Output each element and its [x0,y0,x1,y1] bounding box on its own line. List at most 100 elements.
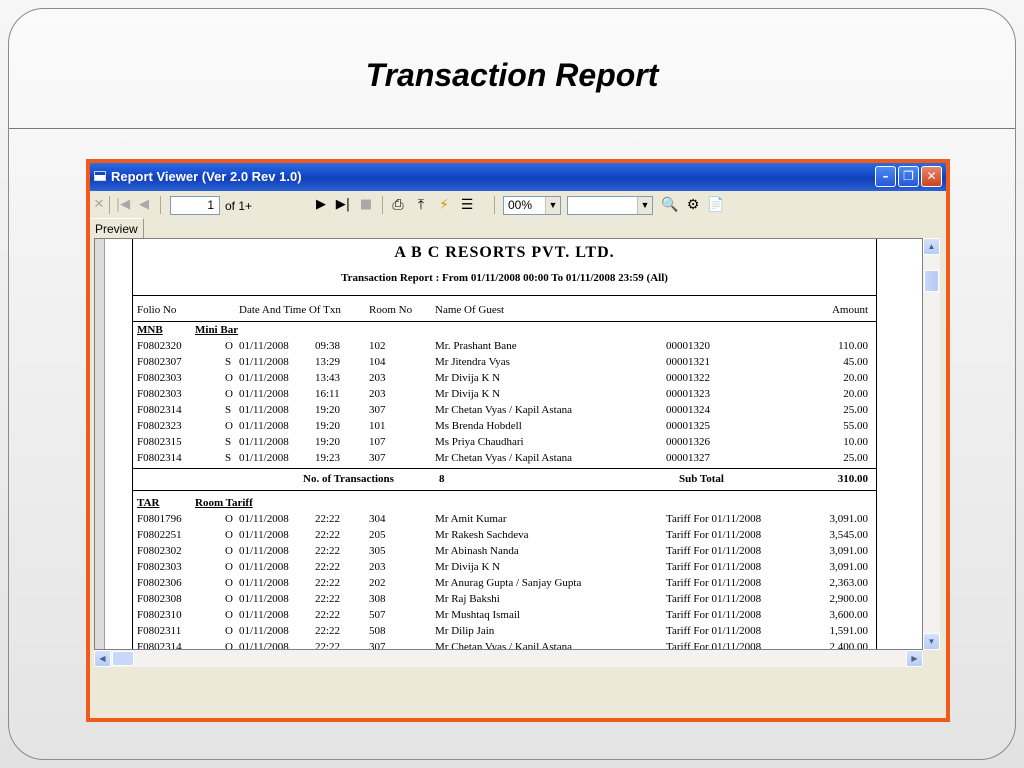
cell-amount: 3,091.00 [829,561,869,573]
maximize-button[interactable]: ❐ [898,166,919,187]
table-row: F0801796 O 01/11/2008 22:22 304 Mr Amit Kumar… [133,513,876,529]
cell-time: 22:22 [315,561,341,573]
cell-type: O [225,577,233,589]
cell-folio: F0802314 [137,452,182,464]
cell-time: 19:20 [315,420,341,432]
table-row: F0802323 O 01/11/2008 19:20 101 Ms Brenda Hob… [133,420,876,436]
scroll-left-icon[interactable]: ◀ [94,650,111,667]
scroll-right-icon[interactable]: ▶ [906,650,923,667]
cell-guest: Ms Priya Chaudhari [435,436,524,448]
report-page: A B C RESORTS PVT. LTD. Transaction Repo… [132,239,877,650]
cell-ref: 00001323 [666,388,710,400]
cell-amount: 3,600.00 [829,609,869,621]
section-code: TAR [137,497,160,509]
divider [133,490,876,491]
cell-amount: 2,900.00 [829,593,869,605]
cell-amount: 20.00 [843,372,868,384]
cell-type: O [225,388,233,400]
zoom-select[interactable]: 00% ▼ [503,196,561,215]
cell-type: O [225,641,233,650]
cell-ref: Tariff For 01/11/2008 [666,609,762,621]
first-page-icon[interactable]: |◀ [114,196,132,214]
window-title: Report Viewer (Ver 2.0 Rev 1.0) [111,169,302,184]
cell-room: 205 [369,529,386,541]
cell-ref: 00001326 [666,436,710,448]
cell-date: 01/11/2008 [239,388,289,400]
cell-type: O [225,593,233,605]
printer-icon[interactable]: ⎙ [388,196,408,215]
cell-date: 01/11/2008 [239,513,289,525]
cell-type: S [225,452,232,464]
window-close-button[interactable]: ✕ [921,166,942,187]
cell-date: 01/11/2008 [239,356,289,368]
cell-date: 01/11/2008 [239,372,289,384]
scroll-up-icon[interactable]: ▲ [923,238,940,255]
minimize-button[interactable]: – [875,166,896,187]
next-page-icon[interactable]: ▶ [313,196,329,214]
chevron-down-icon[interactable]: ▼ [637,197,652,214]
cell-ref: 00001325 [666,420,710,432]
cell-type: S [225,404,232,416]
page-setup-icon[interactable]: ⚙ [683,196,703,215]
zoom-icon[interactable]: 📄 [706,196,726,215]
section-name: Mini Bar [195,324,239,336]
cell-amount: 55.00 [843,420,868,432]
cell-time: 22:22 [315,545,341,557]
cell-ref: Tariff For 01/11/2008 [666,561,762,573]
cell-room: 203 [369,388,386,400]
cell-folio: F0802303 [137,372,182,384]
titlebar[interactable]: Report Viewer (Ver 2.0 Rev 1.0) – ❐ ✕ [90,163,946,191]
page-total-label: of 1+ [225,199,253,213]
cell-room: 104 [369,356,386,368]
vertical-scrollbar[interactable]: ▲ ▼ [923,238,940,650]
cell-guest: Mr Divija K N [435,561,501,573]
lightning-icon[interactable]: ⚡ [434,196,454,215]
table-row: F0802314 S 01/11/2008 19:23 307 Mr Chetan Vya… [133,452,876,468]
page-number-input[interactable]: 1 [170,196,220,215]
cell-type: O [225,420,233,432]
scroll-down-icon[interactable]: ▼ [923,633,940,650]
table-row: F0802308 O 01/11/2008 22:22 308 Mr Raj Bakshi… [133,593,876,609]
slide-header: Transaction Report [9,9,1015,129]
cell-amount: 2,400.00 [829,641,869,650]
stop-icon[interactable]: ■ [358,196,374,214]
binoculars-icon[interactable]: 🔍 [660,196,680,215]
cell-type: O [225,609,233,621]
chevron-down-icon[interactable]: ▼ [545,197,560,214]
cell-ref: Tariff For 01/11/2008 [666,577,762,589]
report-company-name: A B C RESORTS PVT. LTD. [394,244,615,261]
window-icon [94,171,106,181]
cell-time: 22:22 [315,593,341,605]
toolbar-separator [160,196,161,214]
cell-room: 508 [369,625,386,637]
hscroll-thumb[interactable] [112,651,134,666]
cell-date: 01/11/2008 [239,529,289,541]
cell-date: 01/11/2008 [239,609,289,621]
cell-date: 01/11/2008 [239,577,289,589]
cell-time: 19:20 [315,436,341,448]
cell-guest: Mr Raj Bakshi [435,593,500,605]
group-tree-icon[interactable]: ☰ [457,196,477,215]
table-row: F0802307 S 01/11/2008 13:29 104 Mr Jitendra V… [133,356,876,372]
close-icon[interactable]: ✕ [92,196,106,214]
col-guest-header: Name Of Guest [435,304,505,316]
prev-page-icon[interactable]: ◀ [136,196,152,214]
cell-amount: 110.00 [838,340,868,352]
cell-folio: F0802320 [137,340,182,352]
search-combo[interactable]: ▼ [567,196,653,215]
last-page-icon[interactable]: ▶| [334,196,352,214]
table-row: F0802315 S 01/11/2008 19:20 107 Ms Priya Chau… [133,436,876,452]
cell-date: 01/11/2008 [239,404,289,416]
cell-type: S [225,356,232,368]
cell-ref: 00001324 [666,404,710,416]
scroll-thumb[interactable] [924,270,939,292]
cell-ref: 00001322 [666,372,710,384]
zoom-value: 00% [508,198,533,212]
cell-type: O [225,561,233,573]
tab-preview[interactable]: Preview [90,218,144,238]
cell-ref: 00001327 [666,452,710,464]
cell-date: 01/11/2008 [239,436,289,448]
export-icon[interactable]: ⤒ [411,196,431,215]
horizontal-scrollbar[interactable]: ◀ ▶ [94,650,923,667]
cell-guest: Mr Chetan Vyas / Kapil Astana [435,641,572,650]
